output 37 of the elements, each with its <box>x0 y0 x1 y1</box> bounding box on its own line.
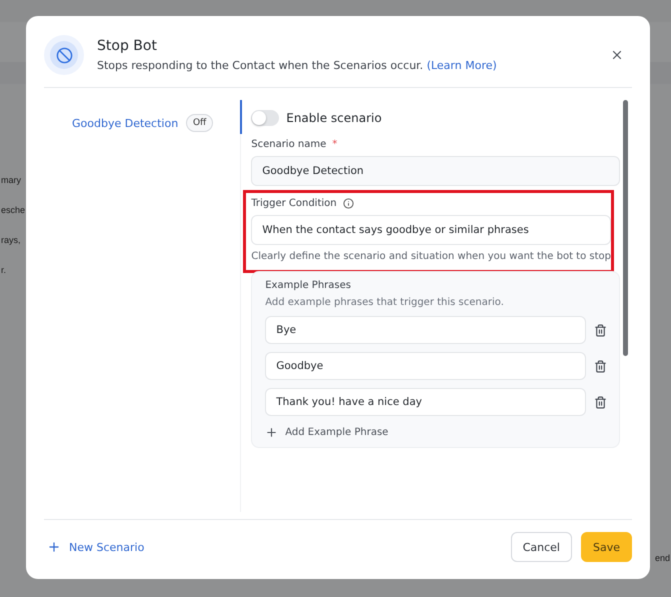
section-description: Add example phrases that trigger this scenario. <box>265 297 505 308</box>
delete-button[interactable] <box>594 360 607 372</box>
info-icon[interactable] <box>342 198 354 209</box>
phrase-field[interactable]: Bye <box>265 316 586 344</box>
field-label: Trigger Condition <box>251 198 337 209</box>
scenario-name-field[interactable]: Goodbye Detection <box>251 156 620 186</box>
background-text: mary <box>0 175 22 185</box>
scrollbar-thumb[interactable] <box>623 100 628 356</box>
help-text: Clearly define the scenario and situation when you want the bot to stop <box>251 251 611 262</box>
new-scenario-button[interactable]: New Scenario <box>47 540 144 554</box>
plus-icon <box>265 426 278 439</box>
field-label: Scenario name <box>251 139 326 150</box>
add-phrase-button[interactable]: Add Example Phrase <box>265 422 388 439</box>
delete-button[interactable] <box>594 324 607 336</box>
phrase-field[interactable]: Goodbye <box>265 352 586 380</box>
save-button[interactable]: Save <box>580 532 632 562</box>
trigger-condition-field[interactable]: When the contact says goodbye or similar phrases <box>251 215 611 245</box>
close-button[interactable] <box>610 48 624 62</box>
dialog-subtitle: Stops responding to the Contact when the Scenarios occur. (Learn More) <box>97 59 498 72</box>
block-icon <box>56 46 72 64</box>
status-pill: Off <box>186 114 214 132</box>
plus-icon <box>47 540 61 554</box>
active-indicator <box>240 100 242 134</box>
dialog-title: Stop Bot <box>97 38 158 54</box>
delete-button[interactable] <box>594 396 607 408</box>
enable-toggle[interactable] <box>251 110 280 126</box>
background-text: end <box>654 553 671 563</box>
toggle-label: Enable scenario <box>286 111 382 125</box>
required-mark: * <box>332 139 338 150</box>
background-text: r. <box>0 265 8 275</box>
learn-more-link[interactable]: (Learn More) <box>426 59 497 72</box>
phrase-field[interactable]: Thank you! have a nice day <box>265 388 586 416</box>
cancel-button[interactable]: Cancel <box>510 532 572 562</box>
scenario-item[interactable]: Goodbye Detection <box>72 116 178 130</box>
background-text: esche <box>0 205 26 215</box>
section-title: Example Phrases <box>265 280 352 291</box>
background-text: rays, <box>0 235 22 245</box>
